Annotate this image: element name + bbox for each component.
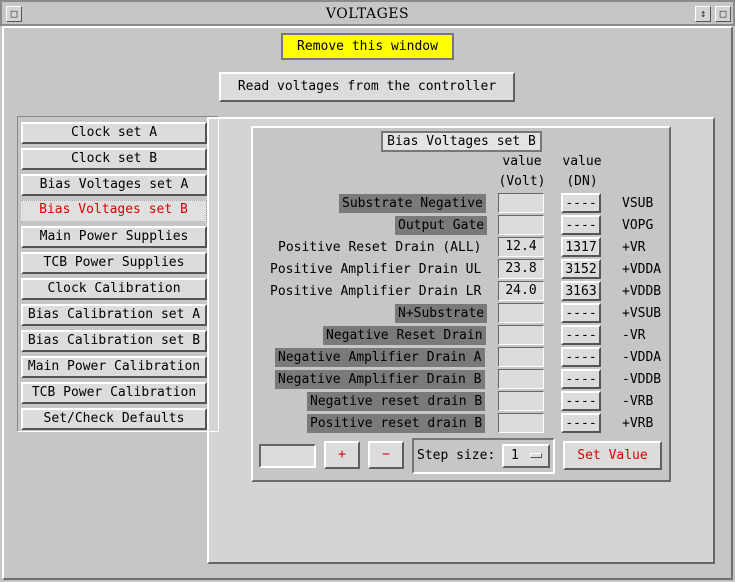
row-label-positive-amplifier-drain-ul: Positive Amplifier Drain UL	[270, 262, 482, 277]
volt-field-vr[interactable]: 12.4	[498, 237, 544, 257]
row-label-positive-reset-drain-b: Positive reset drain B	[307, 414, 486, 433]
window-title: VOLTAGES	[325, 6, 410, 22]
volt-field-minus-vddb[interactable]	[498, 369, 544, 389]
volt-field-minus-vrb[interactable]	[498, 391, 544, 411]
volt-field-plus-vsub[interactable]	[498, 303, 544, 323]
dn-button-minus-vdda[interactable]: ----	[561, 347, 601, 367]
row-label-negative-reset-drain: Negative Reset Drain	[323, 326, 486, 345]
row-label-positive-amplifier-drain-lr: Positive Amplifier Drain LR	[270, 284, 482, 299]
step-size-select[interactable]: 1	[502, 444, 550, 468]
sidebar-item-set-check-defaults[interactable]: Set/Check Defaults	[21, 408, 207, 430]
row-label-n-substrate: N+Substrate	[395, 304, 488, 323]
title-bar[interactable]: □ VOLTAGES ↕ □	[0, 0, 735, 26]
volt-field-minus-vdda[interactable]	[498, 347, 544, 367]
row-label-positive-reset-drain-all: Positive Reset Drain (ALL)	[278, 240, 482, 255]
sidebar-item-tcb-power-calibration[interactable]: TCB Power Calibration	[21, 382, 207, 404]
abbr-minus-vrb: -VRB	[622, 394, 654, 409]
sidebar-item-clock-set-b[interactable]: Clock set B	[21, 148, 207, 170]
col-header-value-volt: value	[502, 154, 542, 169]
abbr-vr: +VR	[622, 240, 646, 255]
sidebar-item-bias-calibration-set-a[interactable]: Bias Calibration set A	[21, 304, 207, 326]
abbr-minus-vr: -VR	[622, 328, 646, 343]
close-icon[interactable]: □	[715, 6, 731, 22]
col-header-volt-unit: (Volt)	[498, 174, 546, 189]
dn-button-minus-vr[interactable]: ----	[561, 325, 601, 345]
dn-button-vopg[interactable]: ----	[561, 215, 601, 235]
dn-button-vsub[interactable]: ----	[561, 193, 601, 213]
sidebar-item-bias-voltages-set-a[interactable]: Bias Voltages set A	[21, 174, 207, 196]
dn-button-minus-vrb[interactable]: ----	[561, 391, 601, 411]
sidebar-item-main-power-supplies[interactable]: Main Power Supplies	[21, 226, 207, 248]
dn-button-plus-vrb[interactable]: ----	[561, 413, 601, 433]
sidebar-item-bias-calibration-set-b[interactable]: Bias Calibration set B	[21, 330, 207, 352]
decrement-button[interactable]: −	[368, 441, 404, 469]
dn-button-plus-vsub[interactable]: ----	[561, 303, 601, 323]
dn-button-vddb[interactable]: 3163	[561, 281, 601, 301]
step-size-value: 1	[511, 448, 519, 463]
abbr-vdda: +VDDA	[622, 262, 662, 277]
volt-field-plus-vrb[interactable]	[498, 413, 544, 433]
col-header-value-dn: value	[562, 154, 602, 169]
volt-field-vdda[interactable]: 23.8	[498, 259, 544, 279]
abbr-plus-vrb: +VRB	[622, 416, 654, 431]
row-label-negative-reset-drain-b: Negative reset drain B	[307, 392, 486, 411]
sidebar-item-main-power-calibration[interactable]: Main Power Calibration	[21, 356, 207, 378]
dn-button-minus-vddb[interactable]: ----	[561, 369, 601, 389]
sidebar-item-clock-calibration[interactable]: Clock Calibration	[21, 278, 207, 300]
remove-window-button[interactable]: Remove this window	[281, 33, 454, 60]
volt-field-vopg[interactable]	[498, 215, 544, 235]
row-label-negative-amplifier-drain-a: Negative Amplifier Drain A	[275, 348, 485, 367]
abbr-vsub: VSUB	[622, 196, 654, 211]
abbr-minus-vdda: -VDDA	[622, 350, 662, 365]
set-value-button[interactable]: Set Value	[563, 441, 662, 470]
increment-button[interactable]: +	[324, 441, 360, 469]
row-label-negative-amplifier-drain-b: Negative Amplifier Drain B	[275, 370, 485, 389]
abbr-vddb: +VDDB	[622, 284, 662, 299]
sidebar-item-clock-set-a[interactable]: Clock set A	[21, 122, 207, 144]
sidebar-item-tcb-power-supplies[interactable]: TCB Power Supplies	[21, 252, 207, 274]
abbr-minus-vddb: -VDDB	[622, 372, 662, 387]
row-label-output-gate: Output Gate	[395, 216, 488, 235]
dn-button-vr[interactable]: 1317	[561, 237, 601, 257]
maximize-icon[interactable]: ↕	[695, 6, 711, 22]
dn-button-vdda[interactable]: 3152	[561, 259, 601, 279]
read-voltages-button[interactable]: Read voltages from the controller	[219, 72, 515, 102]
col-header-dn-unit: (DN)	[566, 174, 598, 189]
group-title: Bias Voltages set B	[381, 131, 542, 152]
abbr-plus-vsub: +VSUB	[622, 306, 662, 321]
option-menu-indicator-icon	[530, 453, 542, 458]
row-label-substrate-negative: Substrate Negative	[339, 194, 486, 213]
sidebar-item-bias-voltages-set-b[interactable]: Bias Voltages set B	[21, 200, 207, 222]
volt-field-vsub[interactable]	[498, 193, 544, 213]
volt-field-vddb[interactable]: 24.0	[498, 281, 544, 301]
volt-field-minus-vr[interactable]	[498, 325, 544, 345]
value-input[interactable]	[259, 444, 316, 468]
step-size-label: Step size:	[417, 448, 496, 463]
abbr-vopg: VOPG	[622, 218, 654, 233]
